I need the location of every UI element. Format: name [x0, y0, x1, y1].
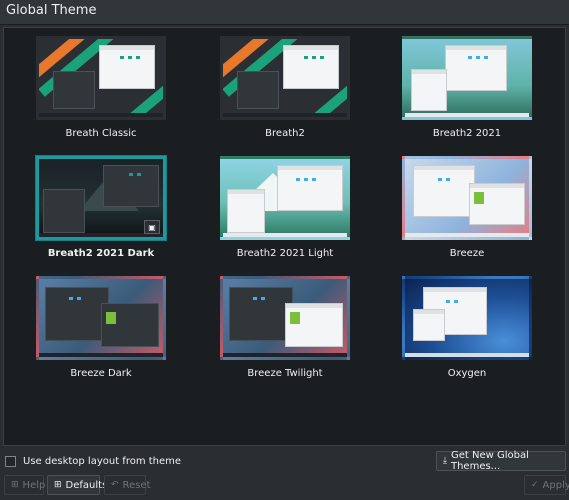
theme-tile-selected[interactable]: ▣ Breath2 2021 Dark	[36, 156, 166, 259]
theme-tile[interactable]: Oxygen	[402, 276, 532, 379]
theme-tile[interactable]: Breeze	[402, 156, 532, 259]
reset-label: Reset	[122, 479, 151, 491]
theme-tile[interactable]: Breeze Twilight	[220, 276, 350, 379]
theme-tile[interactable]: Breath Classic	[36, 36, 166, 139]
use-desktop-layout-option[interactable]: Use desktop layout from theme	[5, 456, 181, 467]
theme-name: Oxygen	[447, 368, 487, 379]
use-desktop-layout-label: Use desktop layout from theme	[23, 456, 182, 467]
help-icon: ⊞	[11, 480, 19, 490]
apply-label: Apply	[542, 479, 569, 491]
theme-name: Breath2 2021	[432, 128, 502, 139]
theme-grid: Breath Classic Breath2 Breath2 2021 ▣ Br…	[3, 27, 566, 446]
defaults-button[interactable]: ⊞ Defaults	[47, 475, 107, 495]
theme-name: Breeze Twilight	[247, 368, 323, 379]
checkmark-icon: ✓	[531, 480, 539, 490]
theme-tile[interactable]: Breath2	[220, 36, 350, 139]
theme-thumbnail	[220, 36, 350, 120]
theme-thumbnail	[36, 276, 166, 360]
theme-name: Breath Classic	[65, 128, 137, 139]
download-icon: ⤓	[443, 456, 447, 466]
help-button[interactable]: ⊞ Help	[4, 475, 46, 495]
get-new-label: Get New Global Themes...	[450, 450, 529, 472]
apply-button[interactable]: ✓ Apply	[524, 475, 569, 495]
use-desktop-layout-checkbox[interactable]	[5, 456, 16, 467]
theme-thumbnail	[402, 156, 532, 240]
theme-thumbnail	[220, 276, 350, 360]
theme-thumbnail	[402, 36, 532, 120]
title-bar: Global Theme	[0, 0, 569, 25]
theme-tile[interactable]: Breeze Dark	[36, 276, 166, 379]
defaults-icon: ⊞	[54, 480, 62, 490]
window-title: Global Theme	[6, 3, 97, 18]
theme-thumbnail: ▣	[36, 156, 166, 240]
defaults-label: Defaults	[65, 479, 108, 491]
theme-name: Breeze Dark	[70, 368, 132, 379]
get-new-global-themes-button[interactable]: ⤓ Get New Global Themes...	[436, 450, 566, 472]
reset-button[interactable]: ↶ Reset	[104, 475, 150, 495]
theme-name: Breeze	[449, 248, 485, 259]
theme-name: Breath2 2021 Dark	[47, 248, 155, 259]
theme-tile[interactable]: Breath2 2021	[402, 36, 532, 139]
theme-tile[interactable]: Breath2 2021 Light	[220, 156, 350, 259]
theme-thumbnail	[220, 156, 350, 240]
image-icon: ▣	[148, 222, 156, 232]
undo-icon: ↶	[111, 480, 119, 490]
preview-button[interactable]: ▣	[144, 220, 160, 234]
theme-thumbnail	[36, 36, 166, 120]
theme-thumbnail	[402, 276, 532, 360]
theme-name: Breath2 2021 Light	[236, 248, 334, 259]
theme-name: Breath2	[265, 128, 305, 139]
help-label: Help	[22, 479, 46, 491]
